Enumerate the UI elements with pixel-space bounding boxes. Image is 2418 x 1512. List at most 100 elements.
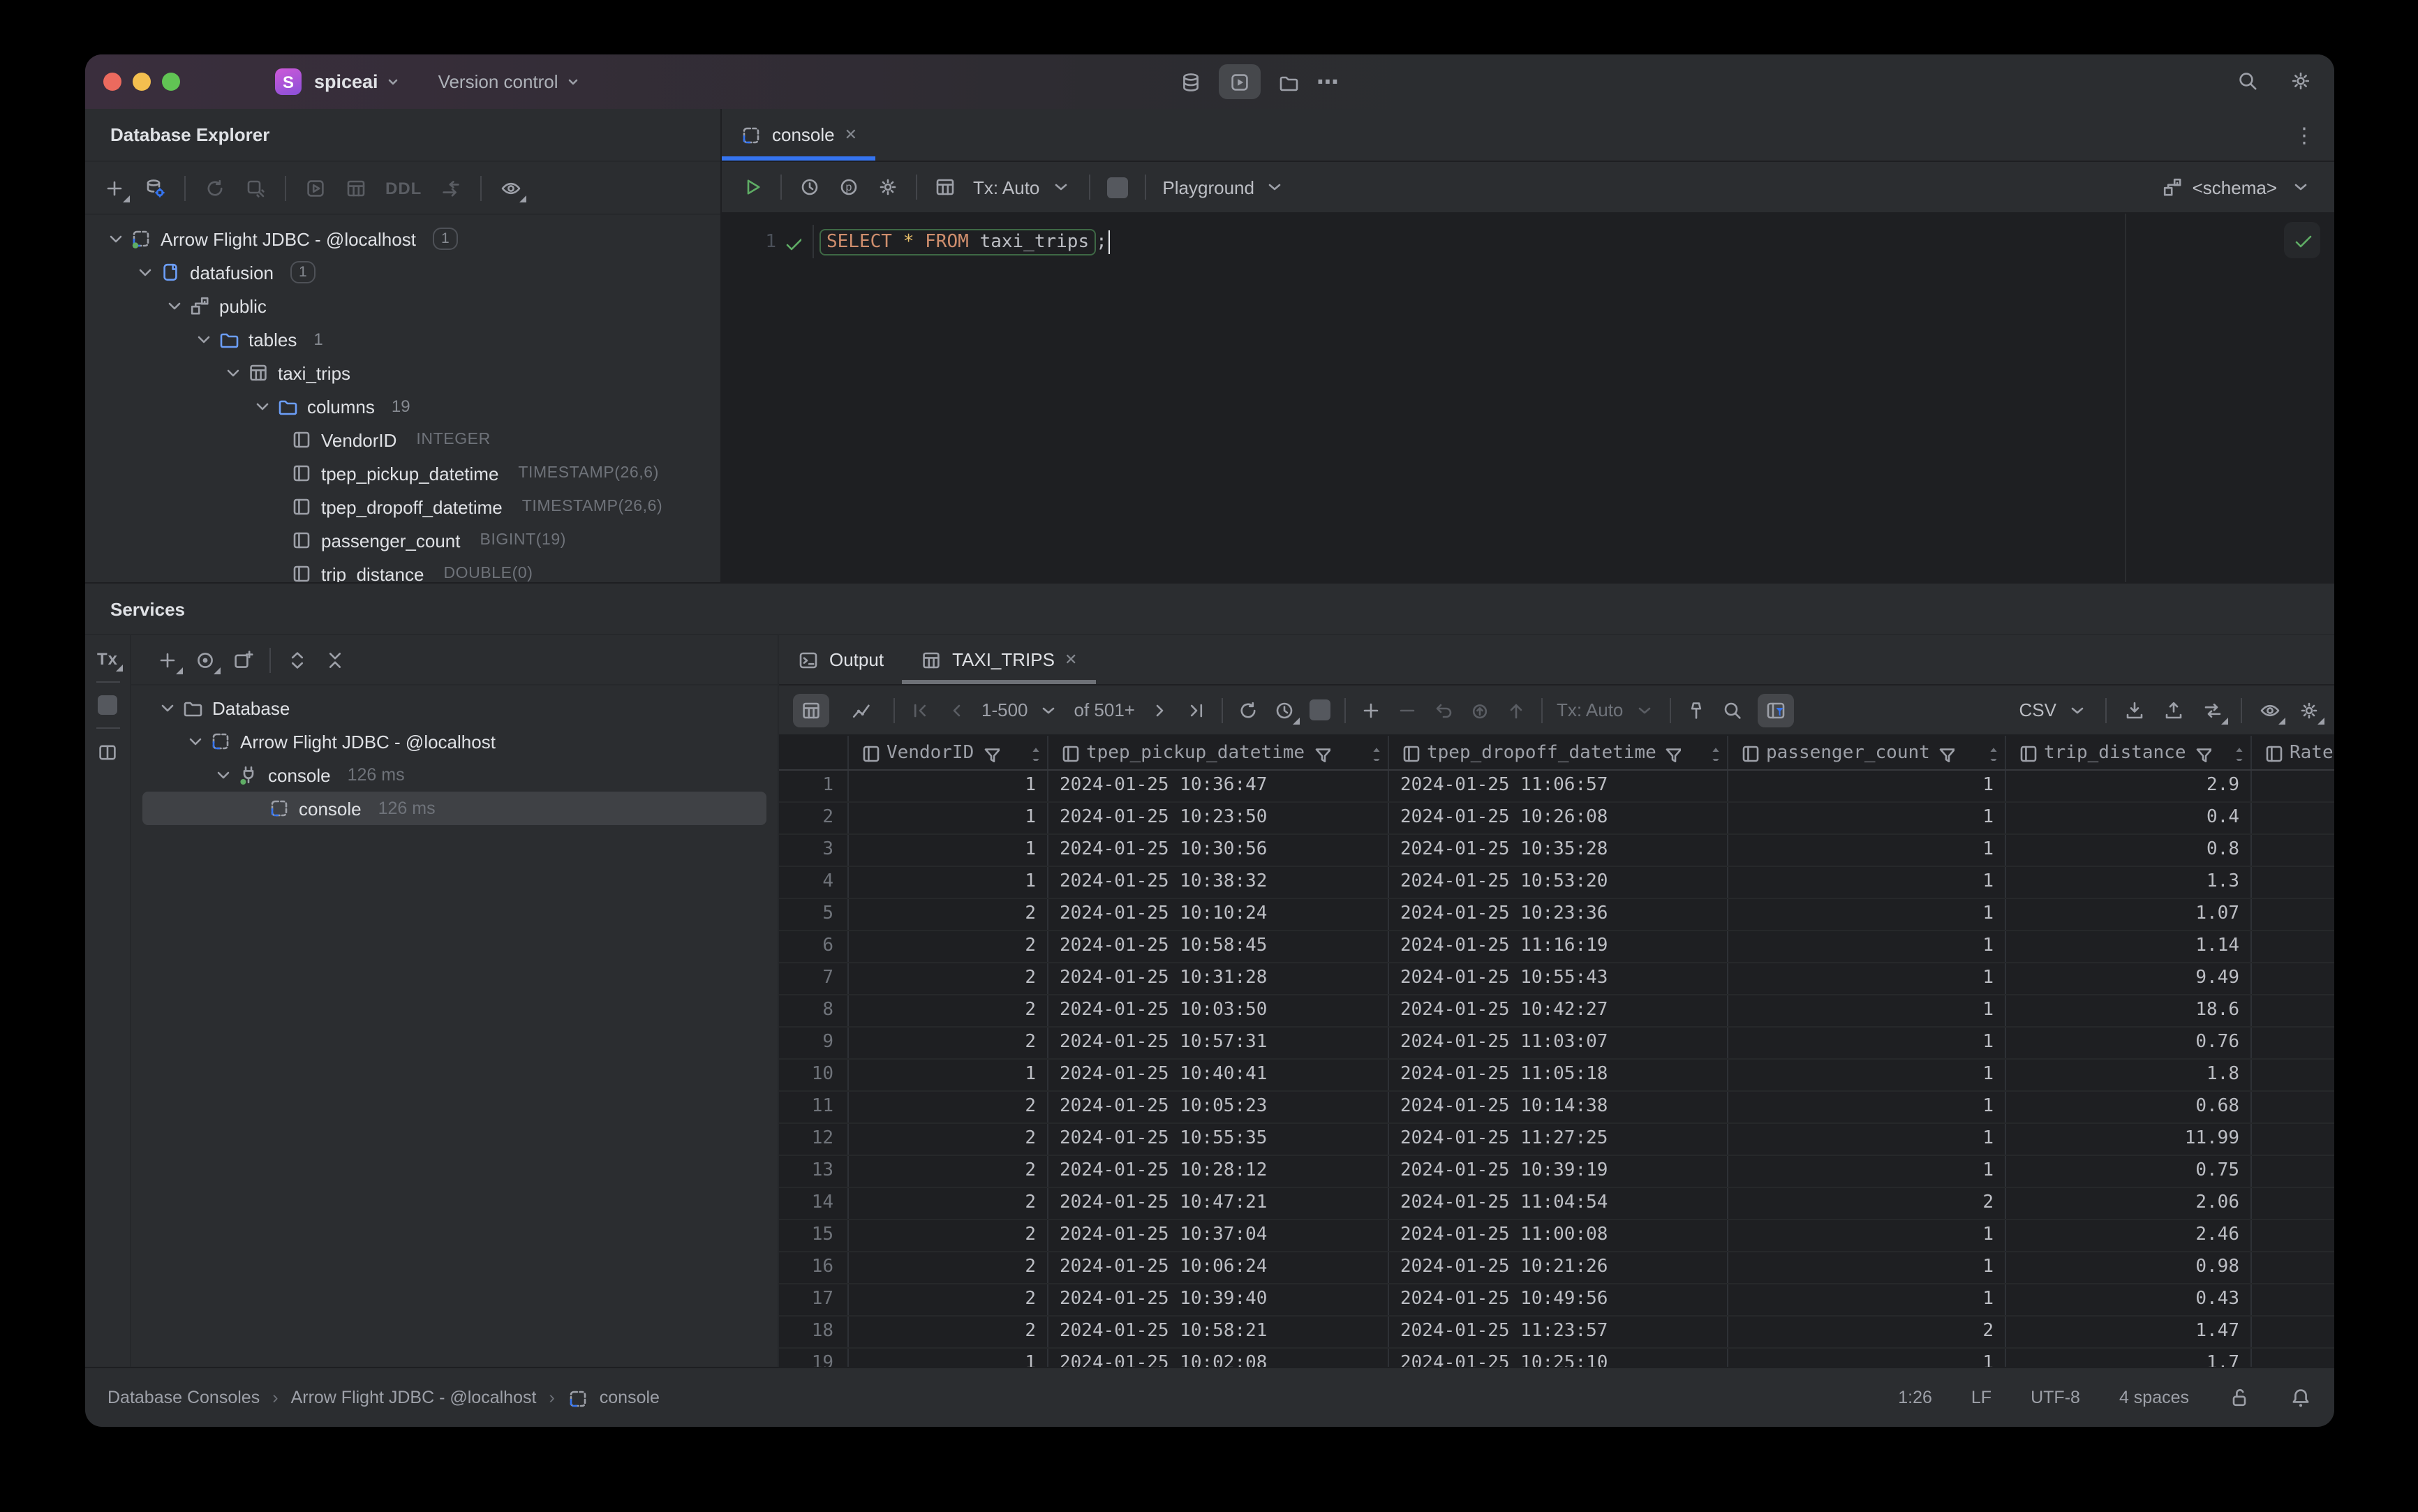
tree-item-database[interactable]: datafusion 1 bbox=[85, 255, 720, 289]
distance-cell[interactable]: 2.46 bbox=[2006, 1220, 2252, 1251]
column-header[interactable]: tpep_dropoff_datetime bbox=[1389, 736, 1728, 769]
vendor-cell[interactable]: 2 bbox=[849, 1124, 1048, 1155]
sort-icon[interactable] bbox=[1705, 744, 1721, 761]
auto-refresh-clock-icon[interactable] bbox=[1273, 699, 1300, 724]
pickup-cell[interactable]: 2024-01-25 10:36:47 bbox=[1048, 771, 1389, 801]
close-tab-icon[interactable]: ✕ bbox=[845, 126, 857, 144]
tx-toggle-button[interactable]: Tx bbox=[97, 649, 122, 672]
column-header[interactable]: tpep_pickup_datetime bbox=[1048, 736, 1389, 769]
chevron-down-icon[interactable] bbox=[212, 765, 232, 785]
rate-cell[interactable] bbox=[2252, 1156, 2334, 1187]
rate-cell[interactable] bbox=[2252, 1028, 2334, 1058]
settings-gear-icon[interactable] bbox=[877, 176, 899, 198]
view-options-eye-icon[interactable] bbox=[500, 177, 527, 202]
row-number-cell[interactable]: 18 bbox=[779, 1317, 849, 1347]
tab-taxi-trips[interactable]: TAXI_TRIPS ✕ bbox=[902, 635, 1095, 684]
tree-item-column[interactable]: tpep_pickup_datetime TIMESTAMP(26,6) bbox=[85, 457, 720, 490]
vendor-cell[interactable]: 2 bbox=[849, 963, 1048, 994]
rate-cell[interactable] bbox=[2252, 1188, 2334, 1219]
passenger-cell[interactable]: 1 bbox=[1728, 899, 2006, 930]
schema-selector[interactable]: <schema> bbox=[2162, 176, 2334, 198]
pickup-cell[interactable]: 2024-01-25 10:37:04 bbox=[1048, 1220, 1389, 1251]
tree-item-columns-folder[interactable]: columns 19 bbox=[85, 390, 720, 423]
service-item-connection[interactable]: console 126 ms bbox=[131, 758, 778, 792]
page-range-dropdown[interactable]: 1-500 bbox=[981, 699, 1060, 721]
dropoff-cell[interactable]: 2024-01-25 10:39:19 bbox=[1389, 1156, 1728, 1187]
breadcrumb-item[interactable]: Arrow Flight JDBC - @localhost bbox=[291, 1388, 537, 1407]
vendor-cell[interactable]: 2 bbox=[849, 1028, 1048, 1058]
vendor-cell[interactable]: 2 bbox=[849, 1252, 1048, 1283]
tab-console[interactable]: console ✕ bbox=[722, 109, 876, 161]
row-number-cell[interactable]: 12 bbox=[779, 1124, 849, 1155]
rate-cell[interactable] bbox=[2252, 803, 2334, 833]
rate-cell[interactable] bbox=[2252, 1124, 2334, 1155]
distance-cell[interactable]: 2.9 bbox=[2006, 771, 2252, 801]
vendor-cell[interactable]: 2 bbox=[849, 1188, 1048, 1219]
dropoff-cell[interactable]: 2024-01-25 11:23:57 bbox=[1389, 1317, 1728, 1347]
passenger-cell[interactable]: 1 bbox=[1728, 1092, 2006, 1122]
breadcrumb-item[interactable]: console bbox=[600, 1388, 660, 1407]
rate-cell[interactable] bbox=[2252, 1317, 2334, 1347]
row-number-cell[interactable]: 4 bbox=[779, 867, 849, 898]
rate-cell[interactable] bbox=[2252, 963, 2334, 994]
row-number-cell[interactable]: 8 bbox=[779, 995, 849, 1026]
pickup-cell[interactable]: 2024-01-25 10:31:28 bbox=[1048, 963, 1389, 994]
tree-item-column[interactable]: passenger_count BIGINT(19) bbox=[85, 524, 720, 557]
sql-editor[interactable]: 1 SELECT * FROM taxi_trips; bbox=[722, 214, 2334, 582]
vendor-cell[interactable]: 2 bbox=[849, 899, 1048, 930]
unlocked-icon[interactable] bbox=[2228, 1386, 2250, 1409]
rate-cell[interactable] bbox=[2252, 1060, 2334, 1090]
reload-page-icon[interactable] bbox=[1237, 699, 1259, 721]
import-icon[interactable] bbox=[2123, 699, 2146, 721]
pickup-cell[interactable]: 2024-01-25 10:30:56 bbox=[1048, 835, 1389, 866]
run-widget-button[interactable] bbox=[1219, 64, 1261, 99]
service-item-datasource[interactable]: Arrow Flight JDBC - @localhost bbox=[131, 725, 778, 758]
rate-cell[interactable] bbox=[2252, 899, 2334, 930]
next-page-icon[interactable] bbox=[1149, 699, 1171, 721]
distance-cell[interactable]: 0.75 bbox=[2006, 1156, 2252, 1187]
distance-cell[interactable]: 0.4 bbox=[2006, 803, 2252, 833]
dropoff-cell[interactable]: 2024-01-25 11:06:57 bbox=[1389, 771, 1728, 801]
open-in-new-tab-icon[interactable] bbox=[232, 648, 254, 671]
distance-cell[interactable]: 9.49 bbox=[2006, 963, 2252, 994]
undo-icon[interactable] bbox=[1432, 699, 1455, 721]
chevron-down-icon[interactable] bbox=[193, 329, 212, 349]
dropoff-cell[interactable]: 2024-01-25 10:14:38 bbox=[1389, 1092, 1728, 1122]
row-number-cell[interactable]: 10 bbox=[779, 1060, 849, 1090]
tree-item-column[interactable]: trip_distance DOUBLE(0) bbox=[85, 557, 720, 582]
distance-cell[interactable]: 0.43 bbox=[2006, 1284, 2252, 1315]
distance-cell[interactable]: 1.7 bbox=[2006, 1349, 2252, 1367]
column-header[interactable]: VendorID bbox=[849, 736, 1048, 769]
row-number-cell[interactable]: 3 bbox=[779, 835, 849, 866]
pickup-cell[interactable]: 2024-01-25 10:05:23 bbox=[1048, 1092, 1389, 1122]
notifications-bell-icon[interactable] bbox=[2290, 1386, 2312, 1409]
row-number-cell[interactable]: 17 bbox=[779, 1284, 849, 1315]
service-item-console-selected[interactable]: console 126 ms bbox=[142, 792, 766, 825]
chevron-down-icon[interactable] bbox=[251, 396, 271, 416]
project-name[interactable]: spiceai bbox=[314, 71, 378, 92]
passenger-cell[interactable]: 1 bbox=[1728, 803, 2006, 833]
compare-swap-icon[interactable] bbox=[2202, 699, 2228, 724]
tree-item-schema[interactable]: public bbox=[85, 289, 720, 323]
passenger-cell[interactable]: 1 bbox=[1728, 771, 2006, 801]
search-icon[interactable] bbox=[2237, 69, 2262, 94]
distance-cell[interactable]: 11.99 bbox=[2006, 1124, 2252, 1155]
dropoff-cell[interactable]: 2024-01-25 11:27:25 bbox=[1389, 1124, 1728, 1155]
rate-cell[interactable] bbox=[2252, 1092, 2334, 1122]
passenger-cell[interactable]: 1 bbox=[1728, 963, 2006, 994]
column-header[interactable]: passenger_count bbox=[1728, 736, 2006, 769]
passenger-cell[interactable]: 1 bbox=[1728, 867, 2006, 898]
row-number-cell[interactable]: 19 bbox=[779, 1349, 849, 1367]
distance-cell[interactable]: 1.8 bbox=[2006, 1060, 2252, 1090]
passenger-cell[interactable]: 1 bbox=[1728, 1156, 2006, 1187]
filter-funnel-icon[interactable] bbox=[2193, 743, 2211, 762]
line-ending[interactable]: LF bbox=[1971, 1388, 1991, 1407]
refresh-icon[interactable] bbox=[204, 177, 226, 199]
vendor-cell[interactable]: 1 bbox=[849, 835, 1048, 866]
run-query-button[interactable] bbox=[741, 176, 764, 198]
passenger-cell[interactable]: 1 bbox=[1728, 995, 2006, 1026]
database-icon[interactable] bbox=[1180, 71, 1202, 93]
pin-tab-icon[interactable] bbox=[1684, 699, 1707, 721]
row-number-cell[interactable]: 5 bbox=[779, 899, 849, 930]
search-icon[interactable] bbox=[1721, 699, 1743, 721]
